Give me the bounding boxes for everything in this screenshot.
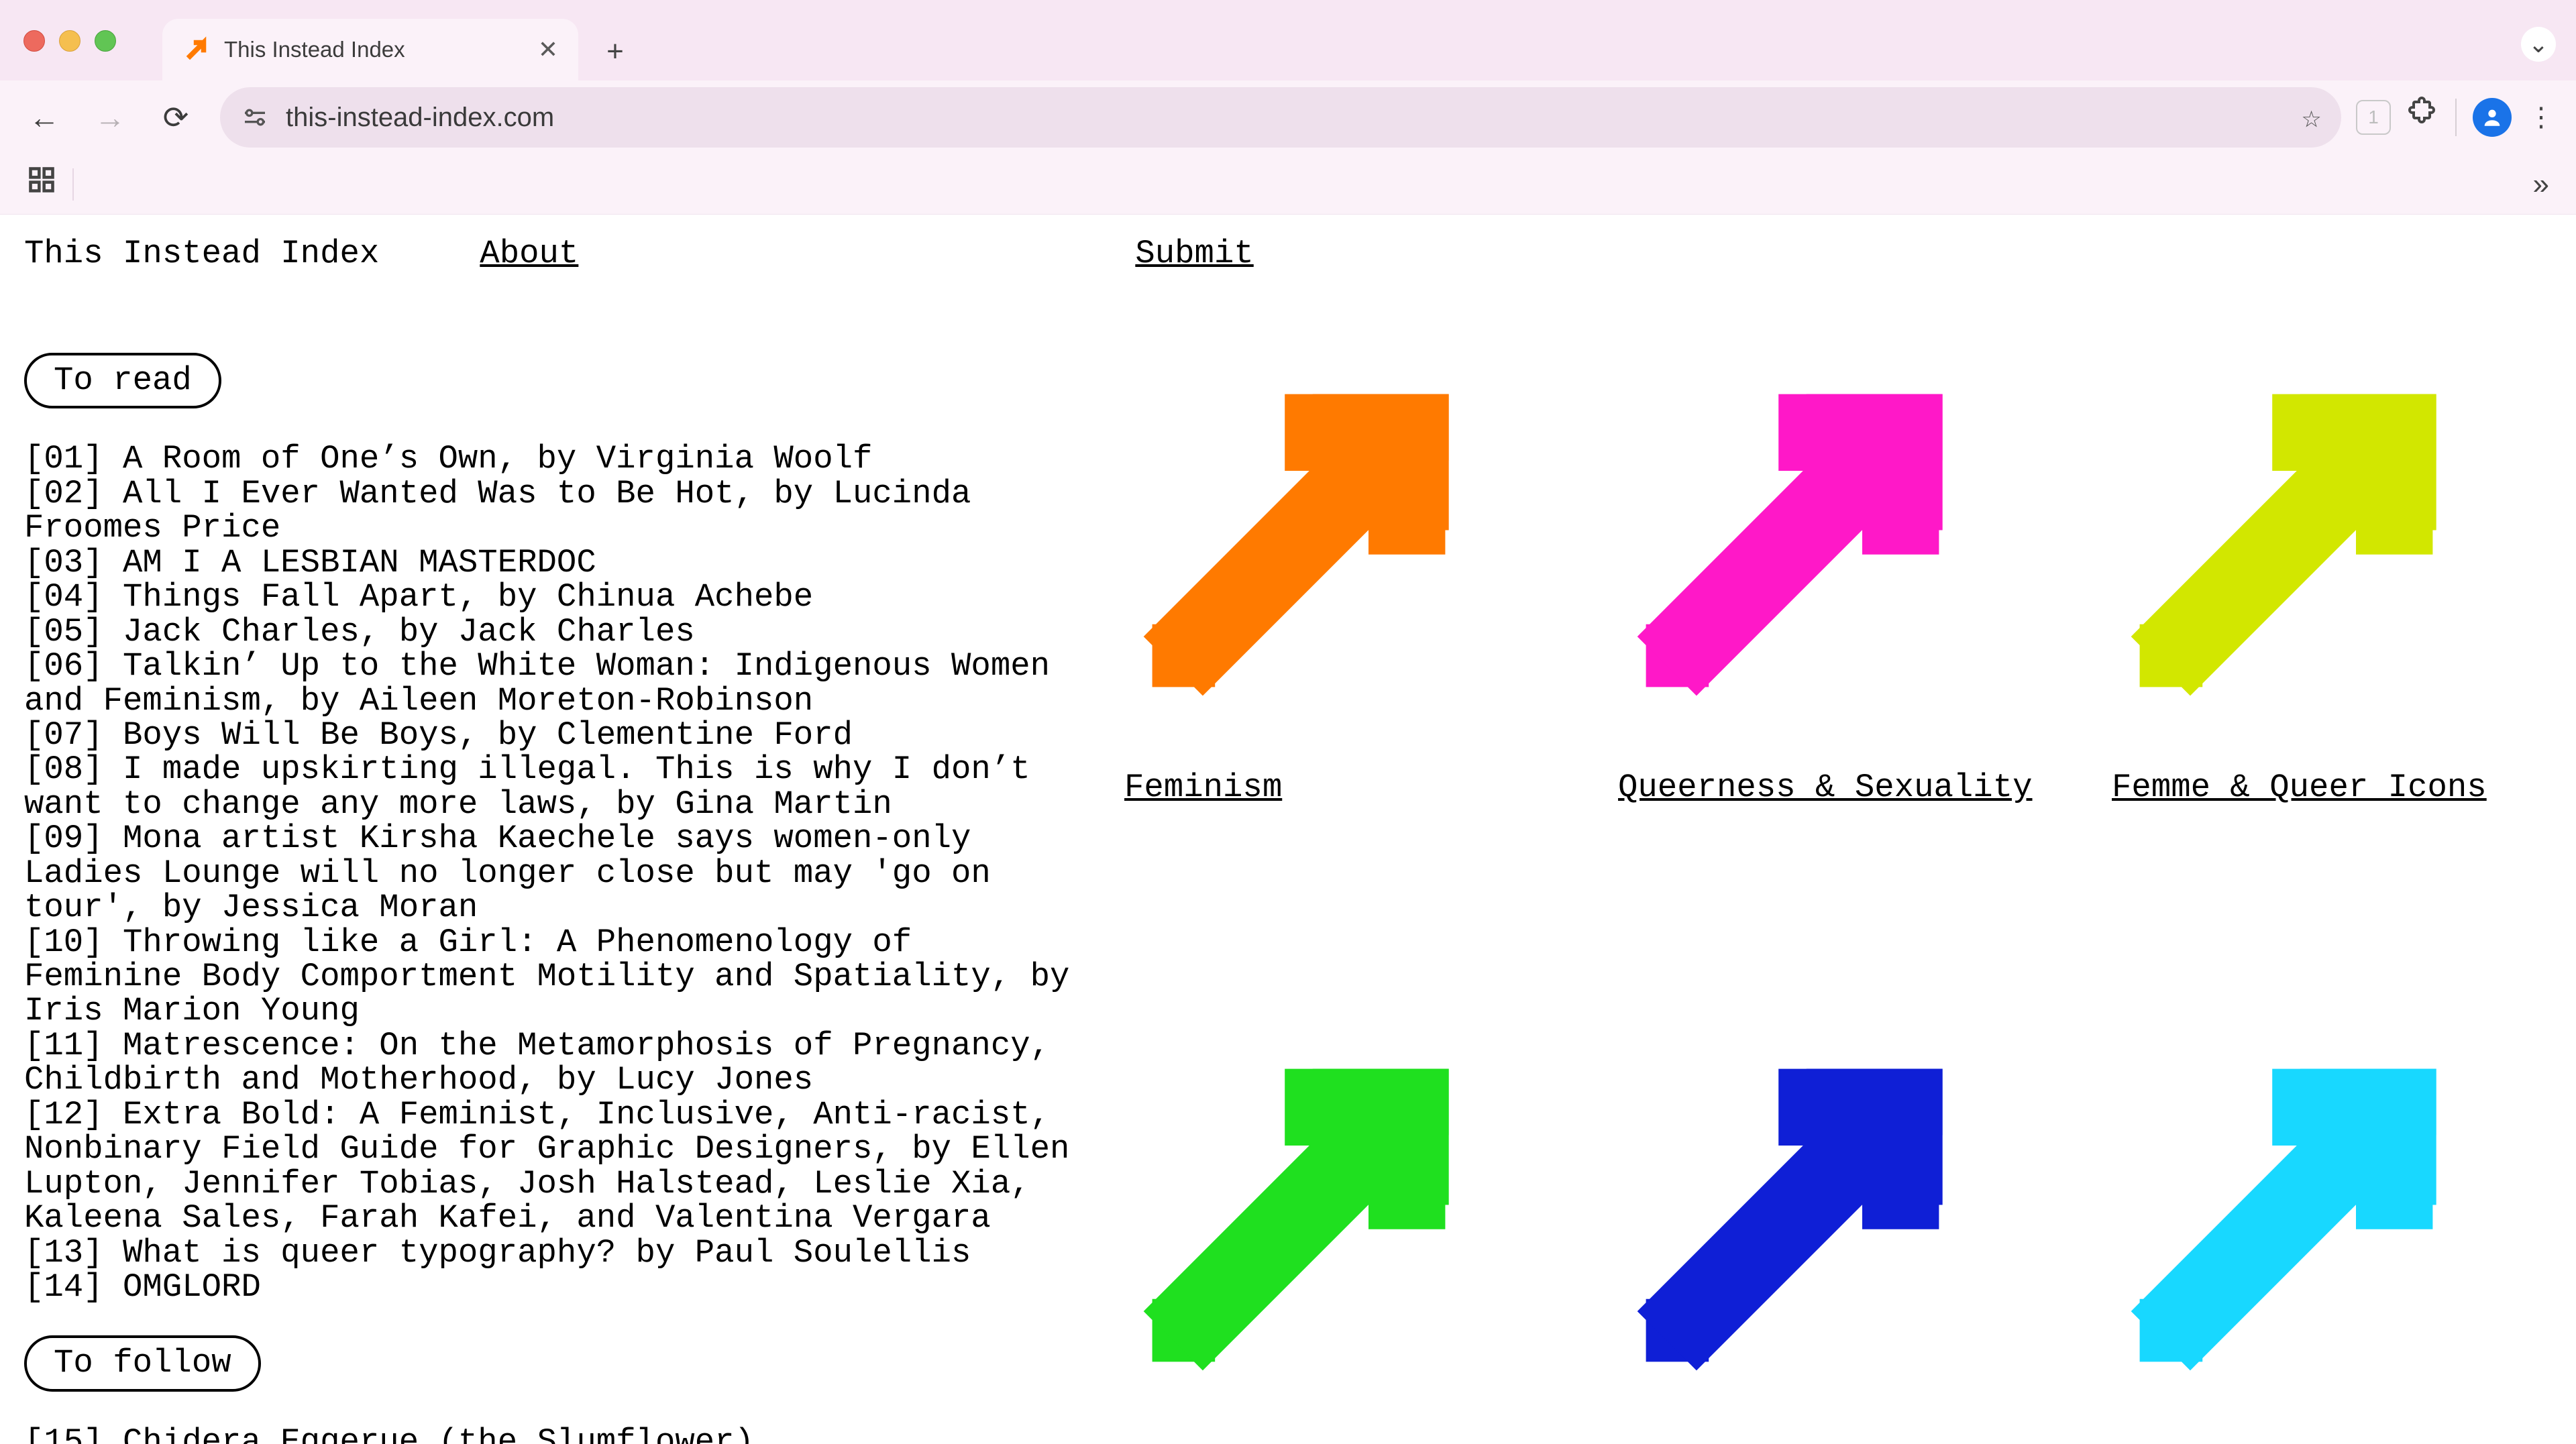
reading-list-column: To read [01] A Room of One’s Own, by Vir… xyxy=(24,353,1071,1444)
list-item[interactable]: [07] Boys Will Be Boys, by Clementine Fo… xyxy=(24,718,1071,753)
category-label[interactable]: Queerness & Sexuality xyxy=(1618,769,2033,806)
site-settings-icon[interactable] xyxy=(240,103,270,132)
list-item[interactable]: [12] Extra Bold: A Feminist, Inclusive, … xyxy=(24,1098,1071,1236)
window-controls xyxy=(23,30,116,52)
toolbar-divider xyxy=(2455,99,2457,136)
browser-toolbar: ← → ⟳ this-instead-index.com ☆ 1 ⋮ xyxy=(0,80,2576,154)
window-zoom-button[interactable] xyxy=(95,30,116,52)
category-cell[interactable] xyxy=(1591,1028,2058,1443)
reload-button[interactable]: ⟳ xyxy=(146,88,205,147)
tab-favicon-arrow-icon xyxy=(182,36,211,64)
new-tab-button[interactable]: + xyxy=(592,28,639,75)
list-item[interactable]: [04] Things Fall Apart, by Chinua Achebe xyxy=(24,580,1071,614)
arrow-up-right-icon xyxy=(1605,1028,1980,1403)
category-label[interactable]: Femme & Queer Icons xyxy=(2112,769,2487,806)
arrow-up-right-icon xyxy=(1605,353,1980,728)
tab-close-icon[interactable]: ✕ xyxy=(538,36,558,64)
window-minimize-button[interactable] xyxy=(59,30,80,52)
categories-column: Feminism Queerness & Sexuality Femme & Q… xyxy=(1097,353,2552,1444)
list-item[interactable]: [09] Mona artist Kirsha Kaechele says wo… xyxy=(24,822,1071,925)
nav-about-link[interactable]: About xyxy=(480,235,578,272)
category-cell[interactable]: Femme & Queer Icons xyxy=(2085,353,2552,806)
arrow-up-right-icon xyxy=(2098,353,2474,728)
browser-tabstrip: This Instead Index ✕ + ⌄ xyxy=(0,0,2576,80)
toolbar-right: 1 ⋮ xyxy=(2356,97,2561,139)
category-label[interactable]: Feminism xyxy=(1124,769,1282,806)
category-cell[interactable] xyxy=(2085,1028,2552,1443)
list-item[interactable]: [08] I made upskirting illegal. This is … xyxy=(24,753,1071,822)
bookmark-star-icon[interactable]: ☆ xyxy=(2302,98,2321,137)
nav-submit-link[interactable]: Submit xyxy=(1135,235,1253,272)
read-list: [01] A Room of One’s Own, by Virginia Wo… xyxy=(24,442,1071,1304)
arrow-up-right-icon xyxy=(1111,1028,1487,1403)
url-text: this-instead-index.com xyxy=(286,103,2286,133)
bookmarks-overflow-icon[interactable]: » xyxy=(2533,168,2549,201)
follow-list: [15] Chidera Eggerue (the Slumflower) xyxy=(24,1425,1071,1444)
list-item[interactable]: [14] OMGLORD xyxy=(24,1270,1071,1304)
page-viewport: This Instead Index About Submit To read … xyxy=(0,215,2576,1444)
category-cell[interactable] xyxy=(1097,1028,1564,1443)
main-content: To read [01] A Room of One’s Own, by Vir… xyxy=(0,272,2576,1444)
arrow-up-right-icon xyxy=(2098,1028,2474,1403)
category-cell[interactable]: Queerness & Sexuality xyxy=(1591,353,2058,806)
extension-badge[interactable]: 1 xyxy=(2356,100,2391,135)
section-to-read[interactable]: To read xyxy=(24,353,221,408)
list-item[interactable]: [11] Matrescence: On the Metamorphosis o… xyxy=(24,1029,1071,1098)
list-item[interactable]: [10] Throwing like a Girl: A Phenomenolo… xyxy=(24,926,1071,1029)
window-close-button[interactable] xyxy=(23,30,45,52)
menu-button[interactable]: ⋮ xyxy=(2528,102,2555,133)
extensions-icon[interactable] xyxy=(2407,97,2439,139)
section-to-follow[interactable]: To follow xyxy=(24,1335,261,1391)
list-item[interactable]: [03] AM I A LESBIAN MASTERDOC xyxy=(24,546,1071,580)
apps-grid-icon[interactable] xyxy=(27,165,56,204)
category-cell[interactable]: Feminism xyxy=(1097,353,1564,806)
address-bar[interactable]: this-instead-index.com ☆ xyxy=(220,87,2341,148)
tab-title: This Instead Index xyxy=(224,37,525,62)
profile-avatar[interactable] xyxy=(2473,98,2512,137)
list-item[interactable]: [06] Talkin’ Up to the White Woman: Indi… xyxy=(24,649,1071,718)
tabs-overflow-button[interactable]: ⌄ xyxy=(2521,27,2556,62)
site-header: This Instead Index About Submit xyxy=(0,215,2576,272)
list-item[interactable]: [13] What is queer typography? by Paul S… xyxy=(24,1236,1071,1270)
bookmarks-bar: » xyxy=(0,154,2576,215)
list-item[interactable]: [05] Jack Charles, by Jack Charles xyxy=(24,615,1071,649)
bookmarks-separator xyxy=(72,168,74,201)
arrow-up-right-icon xyxy=(1111,353,1487,728)
list-item[interactable]: [15] Chidera Eggerue (the Slumflower) xyxy=(24,1425,1071,1444)
back-button[interactable]: ← xyxy=(15,88,74,147)
forward-button[interactable]: → xyxy=(80,88,140,147)
site-title: This Instead Index xyxy=(24,235,379,272)
category-grid: Feminism Queerness & Sexuality Femme & Q… xyxy=(1097,353,2552,1443)
tabstrip: This Instead Index ✕ + xyxy=(162,0,639,80)
list-item[interactable]: [02] All I Ever Wanted Was to Be Hot, by… xyxy=(24,477,1071,546)
list-item[interactable]: [01] A Room of One’s Own, by Virginia Wo… xyxy=(24,442,1071,476)
tab-active[interactable]: This Instead Index ✕ xyxy=(162,19,578,80)
